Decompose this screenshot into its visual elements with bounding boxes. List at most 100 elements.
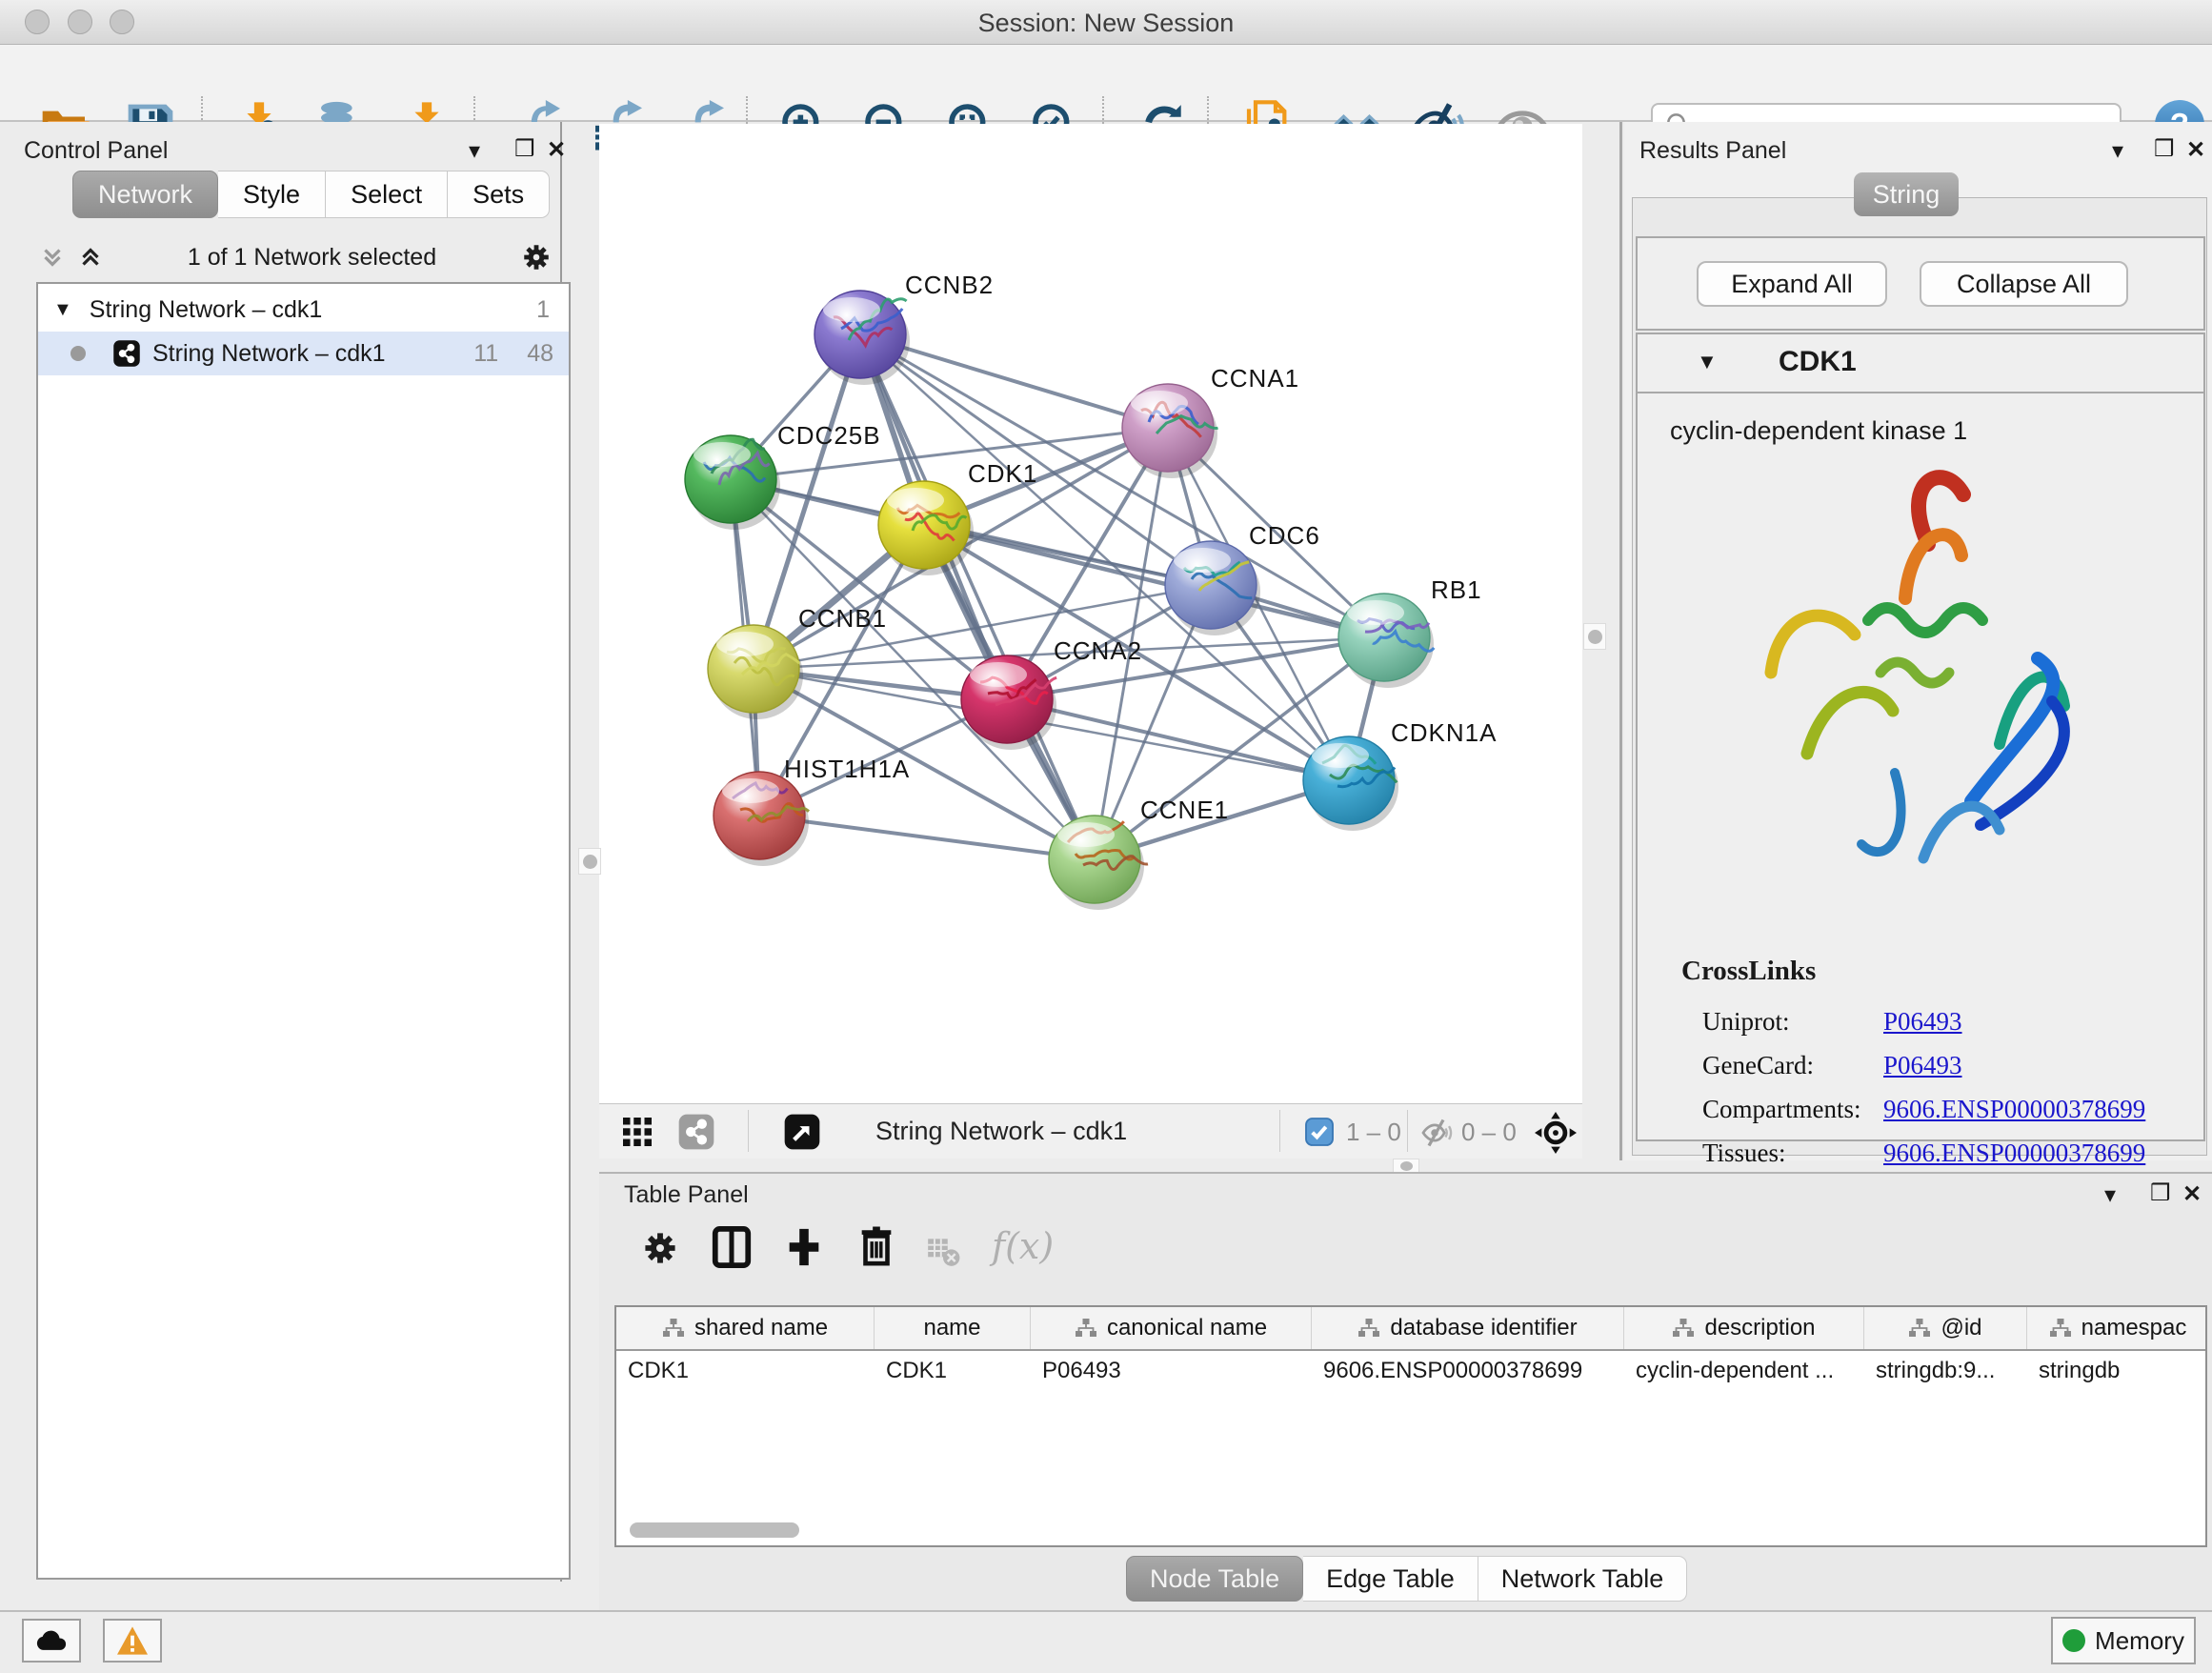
crosslink-label: Uniprot:: [1702, 1007, 1883, 1037]
network-edge-count: 48: [527, 340, 553, 368]
tab-network-table[interactable]: Network Table: [1478, 1556, 1688, 1602]
network-selection-header: 1 of 1 Network selected: [36, 234, 567, 280]
section-collapse-icon[interactable]: ▼: [1697, 350, 1718, 374]
cloud-icon: [35, 1629, 68, 1652]
table-panel-restore-icon[interactable]: ❒: [2150, 1179, 2171, 1207]
gear-icon[interactable]: [639, 1227, 681, 1269]
fit-content-crosshair-icon[interactable]: [1535, 1112, 1577, 1154]
collapse-triangle-icon[interactable]: ▼: [53, 299, 72, 321]
collapse-all-button[interactable]: Collapse All: [1920, 261, 2128, 307]
window-title: Session: New Session: [0, 9, 2212, 38]
tab-string[interactable]: String: [1854, 172, 1959, 216]
warning-icon: [117, 1626, 148, 1655]
results-panel-title: Results Panel: [1639, 137, 1786, 165]
table-cell[interactable]: 9606.ENSP00000378699: [1312, 1351, 1624, 1391]
column-header-shared-name[interactable]: shared name: [616, 1307, 875, 1349]
column-header-description[interactable]: description: [1624, 1307, 1864, 1349]
crosslink-label: Compartments:: [1702, 1095, 1883, 1124]
tab-network[interactable]: Network: [72, 171, 218, 218]
collapse-all-icon[interactable]: [38, 243, 67, 272]
crosslink-value[interactable]: 9606.ENSP00000378699: [1883, 1095, 2145, 1124]
network-badge-icon[interactable]: [677, 1113, 715, 1151]
selection-status: 1 of 1 Network selected: [105, 244, 519, 272]
selected-checkbox-icon[interactable]: [1304, 1117, 1335, 1147]
results-panel-float-icon[interactable]: ▾: [2112, 137, 2123, 165]
delete-column-icon[interactable]: [855, 1223, 898, 1267]
memory-label: Memory: [2095, 1626, 2184, 1656]
table-cell[interactable]: P06493: [1031, 1351, 1312, 1391]
control-panel-tabs: Network Style Select Sets: [72, 171, 550, 218]
network-edge[interactable]: [1007, 699, 1349, 780]
show-columns-icon[interactable]: [710, 1225, 754, 1269]
node-label-CDK1: CDK1: [968, 459, 1037, 488]
tab-select[interactable]: Select: [326, 171, 448, 218]
crosslink-value[interactable]: 9606.ENSP00000378699: [1883, 1139, 2145, 1168]
vertical-splitter-handle[interactable]: [578, 848, 601, 875]
table-cell[interactable]: CDK1: [616, 1351, 875, 1391]
column-header-database-identifier[interactable]: database identifier: [1312, 1307, 1624, 1349]
node-label-CCNA2: CCNA2: [1054, 636, 1142, 665]
crosslink-value[interactable]: P06493: [1883, 1007, 1962, 1037]
column-header-name[interactable]: name: [875, 1307, 1031, 1349]
selected-counter: 1 – 0: [1346, 1118, 1401, 1147]
node-label-CCNA1: CCNA1: [1211, 364, 1299, 393]
control-panel-restore-icon[interactable]: ❒: [514, 135, 535, 163]
crosslink-value[interactable]: P06493: [1883, 1051, 1962, 1080]
table-panel-close-icon[interactable]: ✕: [2182, 1180, 2202, 1208]
control-panel-close-icon[interactable]: ✕: [547, 136, 566, 164]
section-title: CDK1: [1779, 346, 1857, 378]
memory-button[interactable]: Memory: [2051, 1617, 2196, 1664]
shared-column-icon: [662, 1318, 685, 1339]
node-label-CDKN1A: CDKN1A: [1391, 718, 1497, 747]
horizontal-scrollbar[interactable]: [630, 1522, 799, 1538]
results-panel-restore-icon[interactable]: ❒: [2154, 135, 2175, 163]
network-label: String Network – cdk1: [152, 340, 386, 368]
table-cell[interactable]: stringdb: [2027, 1351, 2207, 1391]
column-header-canonical-name[interactable]: canonical name: [1031, 1307, 1312, 1349]
protein-structure-image: [1685, 458, 2085, 887]
node-label-CDC25B: CDC25B: [777, 421, 881, 450]
grid-view-icon[interactable]: [620, 1115, 654, 1149]
results-panel: Results Panel ▾ ❒ ✕ String Expand All Co…: [1624, 122, 2212, 1160]
toolbar-separator: [748, 1110, 749, 1152]
network-node-count: 11: [473, 340, 498, 368]
network-edge[interactable]: [759, 816, 1095, 859]
delete-table-icon: [925, 1233, 961, 1269]
control-panel-float-icon[interactable]: ▾: [469, 137, 480, 165]
tab-node-table[interactable]: Node Table: [1126, 1556, 1303, 1602]
results-panel-close-icon[interactable]: ✕: [2186, 136, 2205, 164]
expand-all-icon[interactable]: [76, 243, 105, 272]
node-table: shared namenamecanonical namedatabase id…: [614, 1305, 2207, 1547]
expand-all-button[interactable]: Expand All: [1697, 261, 1887, 307]
accordion-header[interactable]: ▼ CDK1: [1638, 334, 2203, 393]
crosslink-label: GeneCard:: [1702, 1051, 1883, 1080]
gear-icon[interactable]: [519, 240, 553, 274]
column-header-namespac[interactable]: namespac: [2027, 1307, 2207, 1349]
table-cell[interactable]: CDK1: [875, 1351, 1031, 1391]
column-header--id[interactable]: @id: [1864, 1307, 2027, 1349]
collection-label: String Network – cdk1: [90, 296, 323, 324]
birdseye-view-icon[interactable]: [783, 1113, 821, 1151]
network-view-title: String Network – cdk1: [875, 1117, 1127, 1146]
network-canvas[interactable]: CCNB2CCNA1CDC25BCDK1CDC6RB1CCNB1CCNA2CDK…: [599, 124, 1582, 1103]
add-column-icon[interactable]: [782, 1225, 826, 1269]
table-cell[interactable]: stringdb:9...: [1864, 1351, 2027, 1391]
network-collection-row[interactable]: ▼ String Network – cdk1 1: [38, 288, 569, 332]
network-list: ▼ String Network – cdk1 1 String Network…: [36, 282, 571, 1580]
crosslinks-title: CrossLinks: [1681, 956, 1816, 987]
cloud-button[interactable]: [22, 1619, 81, 1663]
table-row[interactable]: CDK1CDK1P064939606.ENSP00000378699cyclin…: [616, 1351, 2205, 1391]
tab-sets[interactable]: Sets: [448, 171, 550, 218]
table-panel-float-icon[interactable]: ▾: [2104, 1181, 2116, 1209]
warning-button[interactable]: [103, 1619, 162, 1663]
tab-edge-table[interactable]: Edge Table: [1303, 1556, 1478, 1602]
table-panel: Table Panel ▾ ❒ ✕ f(x) shared namenameca…: [599, 1172, 2212, 1612]
string-network-icon: [112, 339, 141, 368]
shared-column-icon: [1075, 1318, 1097, 1339]
table-cell[interactable]: cyclin-dependent ...: [1624, 1351, 1864, 1391]
vertical-splitter-handle[interactable]: [1583, 623, 1606, 650]
node-label-CCNE1: CCNE1: [1140, 796, 1229, 824]
node-label-RB1: RB1: [1431, 575, 1482, 604]
network-row[interactable]: String Network – cdk1 11 48: [38, 332, 569, 375]
tab-style[interactable]: Style: [218, 171, 326, 218]
